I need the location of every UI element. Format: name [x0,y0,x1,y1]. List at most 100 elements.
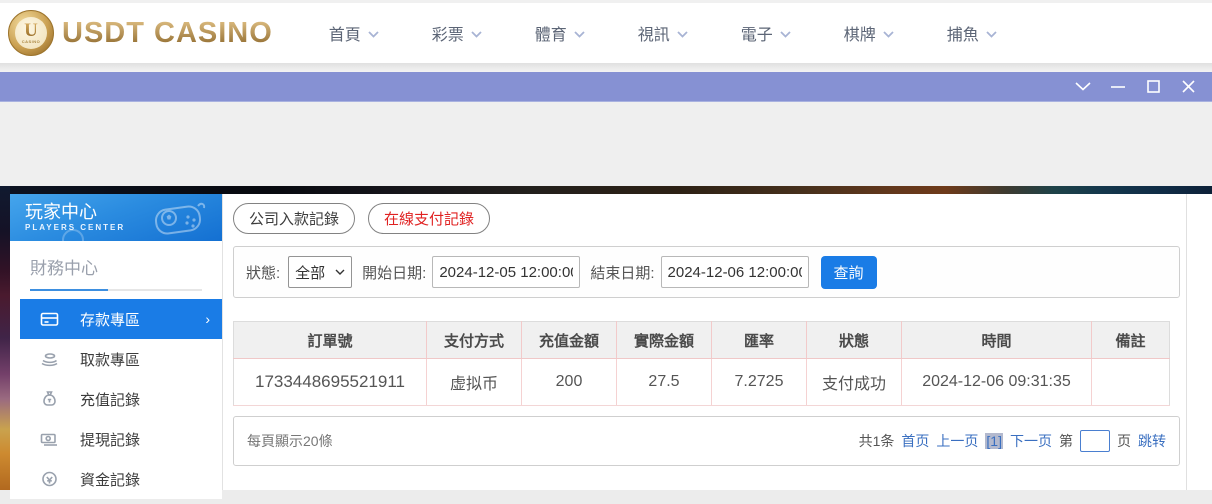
maximize-icon[interactable] [1145,79,1161,95]
nav-label: 體育 [534,27,567,44]
record-tabs: 公司入款記錄 在線支付記錄 [233,194,1212,234]
modal-empty-area [0,101,1212,186]
sidebar-menu: 存款專區 › 取款專區 充值記錄 提現記錄 資金記錄 [10,299,222,499]
chevron-down-icon [986,30,997,38]
chevron-down-icon [677,30,688,38]
site-header: U CASINO USDT CASINO 首頁 彩票 體育 視訊 電子 棋牌 捕… [0,3,1212,63]
col-remarks: 備註 [1091,321,1170,359]
page-suffix-label: 页 [1117,433,1131,449]
minimize-icon[interactable] [1110,79,1126,95]
sidebar-section: 財務中心 [10,241,222,279]
col-status: 狀態 [806,321,902,359]
window-titlebar [0,72,1212,101]
page-prefix-label: 第 [1059,433,1073,449]
col-time: 時間 [901,321,1092,359]
tab-online-payment-records[interactable]: 在線支付記錄 [368,203,491,234]
brand-logo[interactable]: U CASINO USDT CASINO [8,10,273,56]
total-count-text: 共1条 [858,433,895,449]
jump-link[interactable]: 跳转 [1138,431,1166,451]
coin-letter: U [24,20,38,41]
page-background: 玩家中心 PLAYERS CENTER 財務中心 存款專區 › 取款專區 充值記… [0,186,1212,499]
nav-label: 棋牌 [843,27,876,44]
page-size-text: 每頁顯示20條 [247,433,333,449]
cell-recharge-amount: 200 [521,358,617,406]
start-date-input[interactable] [432,256,581,288]
main-nav: 首頁 彩票 體育 視訊 電子 棋牌 捕魚 [329,21,1050,45]
sidebar-item-label: 存款專區 [80,311,141,329]
status-select-value: 全部 [295,264,326,282]
start-date-label: 開始日期: [362,264,427,282]
search-button[interactable]: 查詢 [820,255,877,289]
funds-coin-icon [40,470,59,488]
brand-name: USDT CASINO [62,16,273,49]
nav-label: 電子 [740,27,773,44]
nav-item-slots[interactable]: 電子 [741,21,844,45]
background-image-sliver [0,186,10,490]
chevron-right-icon: › [205,311,210,327]
pagination-controls: 共1条 首页 上一页 [1] 下一页 第 页 跳转 [859,430,1166,452]
table-header-row: 訂單號 支付方式 充值金額 實際金額 匯率 狀態 時間 備註 [233,321,1170,359]
chevron-down-icon [574,30,585,38]
cell-order-number: 1733448695521911 [233,358,427,406]
select-chevron-icon [335,269,345,275]
col-actual-amount: 實際金額 [616,321,712,359]
pagination-bar: 每頁顯示20條 共1条 首页 上一页 [1] 下一页 第 页 跳转 [233,416,1180,466]
page-number-input[interactable] [1080,430,1110,452]
nav-item-cards[interactable]: 棋牌 [844,21,947,45]
close-icon[interactable] [1180,79,1196,95]
nav-item-lottery[interactable]: 彩票 [432,21,535,45]
first-page-link[interactable]: 首页 [901,431,929,451]
chevron-down-icon [883,30,894,38]
coin-sub-text: CASINO [21,39,41,44]
next-page-link[interactable]: 下一页 [1010,431,1052,451]
recharge-bag-icon [40,390,59,408]
col-recharge-amount: 充值金額 [521,321,617,359]
filter-bar: 狀態: 全部 開始日期: 結束日期: 查詢 [233,246,1180,298]
coin-inner: U CASINO [15,17,47,49]
sidebar-section-label: 財務中心 [30,259,98,278]
col-order-number: 訂單號 [233,321,427,359]
sidebar-item-withdraw-zone[interactable]: 取款專區 [10,339,222,379]
nav-label: 視訊 [637,27,670,44]
content-right-border [1186,194,1187,490]
chevron-down-icon [780,30,791,38]
coin-logo-icon: U CASINO [8,10,54,56]
collapse-chevron-icon[interactable] [1075,79,1091,95]
sidebar-item-withdrawal-records[interactable]: 提現記錄 [10,419,222,459]
sidebar-item-recharge-records[interactable]: 充值記錄 [10,379,222,419]
nav-item-sports[interactable]: 體育 [535,21,638,45]
deposit-card-icon [40,310,59,328]
cell-remarks [1091,358,1170,406]
sidebar-divider [30,289,202,291]
banknote-icon [40,430,59,448]
records-table: 訂單號 支付方式 充值金額 實際金額 匯率 狀態 時間 備註 173344869 [233,321,1170,406]
sidebar-item-deposit-zone[interactable]: 存款專區 › [20,299,222,339]
cell-exchange-rate: 7.2725 [711,358,807,406]
sidebar-item-fund-records[interactable]: 資金記錄 [10,459,222,499]
sidebar-header: 玩家中心 PLAYERS CENTER [10,194,222,241]
end-date-input[interactable] [660,256,809,288]
prev-page-link[interactable]: 上一页 [936,431,978,451]
end-date-label: 結束日期: [590,264,655,282]
sidebar-item-label: 提現記錄 [80,431,141,449]
nav-item-video[interactable]: 視訊 [638,21,741,45]
nav-item-home[interactable]: 首頁 [329,21,432,45]
tab-company-deposit-records[interactable]: 公司入款記錄 [233,203,356,234]
sidebar-item-label: 取款專區 [80,351,141,369]
col-exchange-rate: 匯率 [711,321,807,359]
table-row: 1733448695521911 虚拟币 200 27.5 7.2725 支付成… [233,358,1170,406]
nav-label: 彩票 [431,27,464,44]
main-content: 公司入款記錄 在線支付記錄 狀態: 全部 開始日期: 結束日期: 查詢 [222,194,1212,490]
status-select[interactable]: 全部 [288,256,353,288]
nav-label: 捕魚 [946,27,979,44]
cell-time: 2024-12-06 09:31:35 [901,358,1092,406]
sidebar: 玩家中心 PLAYERS CENTER 財務中心 存款專區 › 取款專區 充值記… [10,194,222,499]
sidebar-item-label: 資金記錄 [80,471,141,489]
header-shadow [0,63,1212,72]
col-payment-method: 支付方式 [426,321,522,359]
cell-payment-method: 虚拟币 [426,358,522,406]
nav-label: 首頁 [328,27,361,44]
chevron-down-icon [368,30,379,38]
status-label: 狀態: [246,264,281,282]
nav-item-fishing[interactable]: 捕魚 [947,21,1050,45]
